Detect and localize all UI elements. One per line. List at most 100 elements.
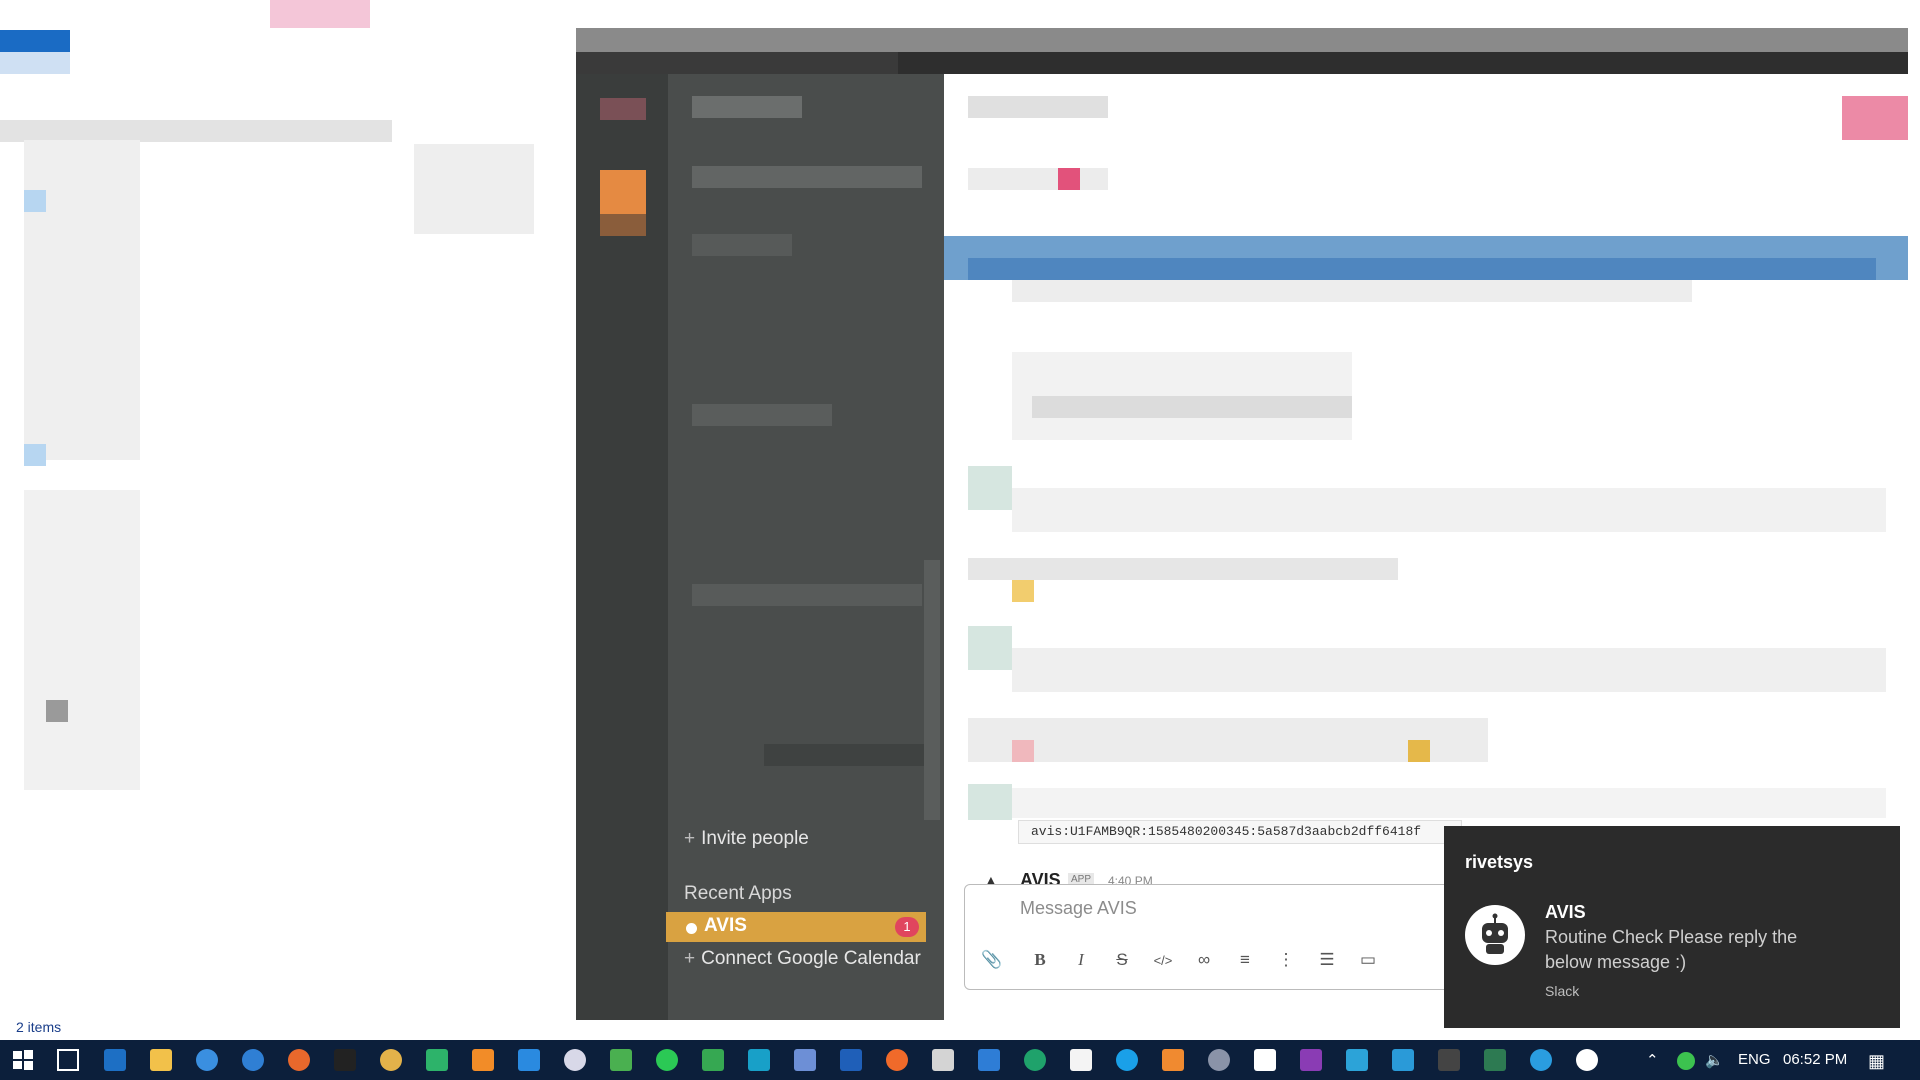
postman-icon[interactable] — [886, 1049, 908, 1071]
message-blur — [1012, 788, 1886, 818]
sidebar-item-blur[interactable] — [692, 166, 922, 188]
explorer-tab-blur — [270, 0, 370, 28]
chrome-icon[interactable] — [380, 1049, 402, 1071]
code-icon[interactable]: </> — [1151, 953, 1175, 968]
app-icon[interactable] — [932, 1049, 954, 1071]
chevron-up-icon[interactable]: ⌃ — [1646, 1051, 1659, 1069]
clock[interactable]: 06:52 PM — [1783, 1051, 1847, 1068]
powershell-icon[interactable] — [840, 1049, 862, 1071]
notepad-icon[interactable] — [610, 1049, 632, 1071]
presence-dot-icon — [686, 923, 697, 934]
workspace-icon[interactable] — [600, 170, 646, 214]
workspace-rail-bottom — [576, 822, 668, 1020]
file-explorer-icon[interactable] — [150, 1049, 172, 1071]
avatar[interactable] — [968, 466, 1012, 510]
emoji-icon — [1058, 168, 1080, 190]
internet-explorer-icon[interactable] — [196, 1049, 218, 1071]
message-blur — [968, 558, 1398, 580]
sidebar-item-avis-label: AVIS — [704, 915, 747, 936]
document-icon[interactable] — [1070, 1049, 1092, 1071]
link-icon[interactable]: ∞ — [1192, 950, 1216, 970]
avatar[interactable] — [968, 626, 1012, 670]
channel-header-blur — [968, 96, 1108, 118]
app-icon[interactable] — [1346, 1049, 1368, 1071]
status-items-count: 2 items — [16, 1019, 62, 1035]
app-icon[interactable] — [748, 1049, 770, 1071]
task-view-icon[interactable] — [57, 1049, 79, 1071]
notification-title: AVIS — [1545, 902, 1586, 922]
app-icon[interactable] — [1438, 1049, 1460, 1071]
message-blur — [1012, 488, 1886, 532]
message-blur — [968, 168, 1108, 190]
edge-icon[interactable] — [242, 1049, 264, 1071]
skype-icon[interactable] — [1116, 1049, 1138, 1071]
grammarly-icon[interactable] — [1024, 1049, 1046, 1071]
attach-icon[interactable]: 📎 — [980, 950, 1004, 970]
sublime-icon[interactable] — [472, 1049, 494, 1071]
sidebar-item-blur[interactable] — [692, 234, 792, 256]
header-icon-blur[interactable] — [1842, 96, 1908, 140]
slack-topbar-left — [576, 52, 898, 74]
blockquote-icon[interactable]: ☰ — [1315, 950, 1339, 970]
notification-source: Slack — [1545, 983, 1580, 999]
sidebar-item-blur[interactable] — [692, 404, 832, 426]
connect-google-calendar-link[interactable]: + Connect Google Calendar — [684, 948, 921, 970]
app-icon[interactable] — [1392, 1049, 1414, 1071]
whatsapp-icon[interactable] — [656, 1049, 678, 1071]
vscode-icon[interactable] — [518, 1049, 540, 1071]
security-check-icon[interactable] — [1677, 1052, 1695, 1070]
sidebar-item-blur[interactable] — [692, 584, 922, 606]
bulleted-list-icon[interactable]: ⋮ — [1274, 950, 1298, 970]
code-block-icon[interactable]: ▭ — [1356, 950, 1380, 970]
emoji-icon — [1012, 580, 1034, 602]
folder-icon — [24, 190, 46, 212]
file-explorer-window: 2 items — [0, 0, 578, 1040]
folder-icon — [24, 444, 46, 466]
bold-icon[interactable]: B — [1028, 950, 1052, 970]
message-code-block: avis:U1FAMB9QR:1585480200345:5a587d3aabc… — [1018, 820, 1462, 844]
message-blur — [1032, 396, 1352, 418]
invite-people-label: Invite people — [701, 828, 809, 849]
notification-app-name: rivetsys — [1465, 852, 1534, 872]
drive-icon[interactable] — [702, 1049, 724, 1071]
slack-titlebar[interactable] — [576, 28, 1908, 52]
explorer-address-blur — [0, 120, 392, 142]
slack-icon[interactable] — [1576, 1049, 1598, 1071]
folder-icon — [46, 700, 68, 722]
network-icon[interactable] — [794, 1049, 816, 1071]
strikethrough-icon[interactable]: S — [1110, 950, 1134, 970]
app-icon[interactable] — [564, 1049, 586, 1071]
app-icon[interactable] — [978, 1049, 1000, 1071]
action-center-icon[interactable]: ▦ — [1868, 1051, 1885, 1072]
volume-muted-icon[interactable]: 🔈 — [1705, 1051, 1724, 1069]
recent-apps-heading: Recent Apps — [684, 883, 792, 904]
emoji-icon — [1012, 740, 1034, 762]
windows-start-icon[interactable] — [12, 1049, 34, 1071]
plus-icon: + — [684, 828, 696, 849]
invite-people-link[interactable]: + Invite people — [684, 828, 809, 850]
language-indicator[interactable]: ENG — [1738, 1051, 1771, 1068]
italic-icon[interactable]: I — [1069, 950, 1093, 970]
numbered-list-icon[interactable]: ≡ — [1233, 950, 1257, 970]
avatar[interactable] — [968, 784, 1012, 820]
app-icon[interactable] — [1162, 1049, 1184, 1071]
message-input[interactable]: Message AVIS — [1020, 898, 1137, 919]
firefox-icon[interactable] — [288, 1049, 310, 1071]
workspace-icon[interactable] — [600, 98, 646, 120]
app-icon[interactable] — [1254, 1049, 1276, 1071]
sidebar-scrollbar[interactable] — [924, 560, 940, 820]
docker-icon[interactable] — [1530, 1049, 1552, 1071]
app-icon[interactable] — [1484, 1049, 1506, 1071]
explorer-file-blur — [414, 144, 534, 234]
robot-icon — [1465, 905, 1525, 965]
unread-badge: 1 — [895, 917, 919, 937]
terminal-icon[interactable] — [334, 1049, 356, 1071]
outlook-icon[interactable] — [104, 1049, 126, 1071]
app-icon[interactable] — [1208, 1049, 1230, 1071]
pycharm-icon[interactable] — [426, 1049, 448, 1071]
sidebar-item-blur[interactable] — [764, 744, 924, 766]
workspace-name-blur — [692, 96, 802, 118]
workspace-icon[interactable] — [600, 214, 646, 236]
message-blur — [1012, 648, 1886, 692]
onenote-icon[interactable] — [1300, 1049, 1322, 1071]
